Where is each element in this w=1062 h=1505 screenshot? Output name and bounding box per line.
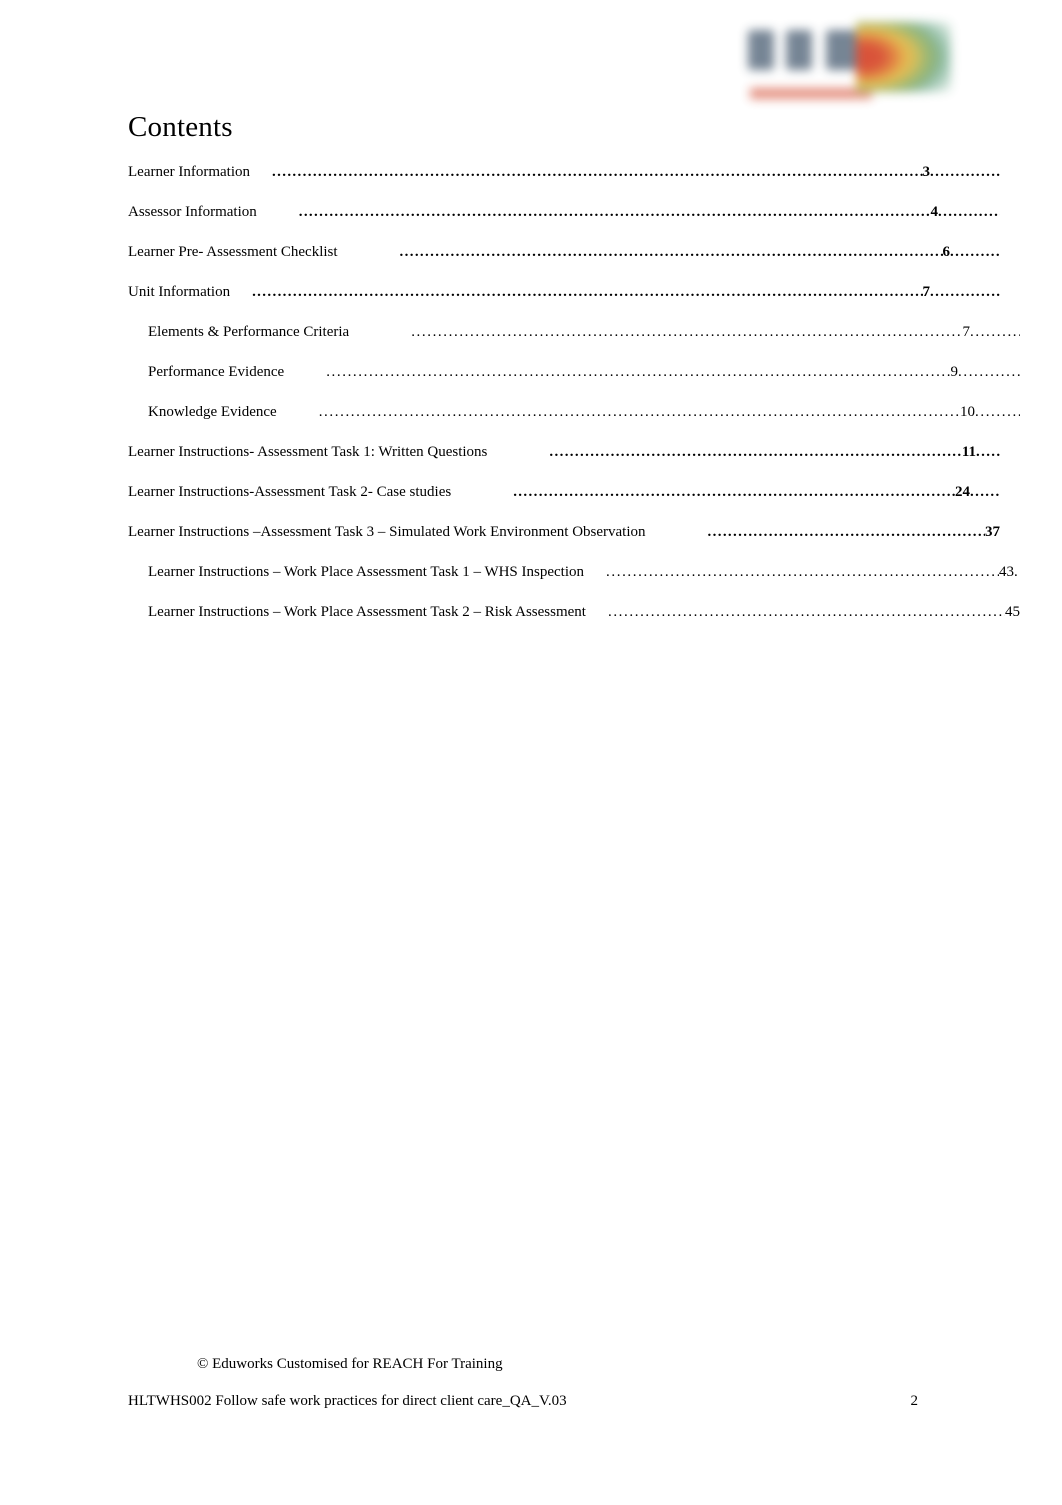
- toc-entry-title: Learner Information: [128, 164, 251, 180]
- footer-bar: HLTWHS002 Follow safe work practices for…: [128, 1392, 1000, 1410]
- reach-for-training-logo: [738, 16, 953, 99]
- toc-entry-title: Knowledge Evidence: [148, 404, 277, 420]
- toc-leader-dots: [400, 243, 943, 261]
- toc-entry-title: Elements & Performance Criteria: [148, 324, 350, 340]
- toc-entry-title: Learner Instructions –Assessment Task 3 …: [128, 524, 646, 540]
- toc-page-number: 43: [999, 564, 1014, 580]
- toc-entry[interactable]: Learner Pre- Assessment Checklist 6......…: [128, 243, 1000, 261]
- toc-trailing-dots: ................................: [976, 444, 1000, 460]
- toc-leader-dots: [608, 603, 1005, 621]
- logo-underline-bar: [750, 88, 872, 99]
- toc-entry-title: Learner Instructions – Work Place Assess…: [148, 604, 586, 620]
- toc-entry-title: Learner Pre- Assessment Checklist: [128, 244, 338, 260]
- footer-document-id: HLTWHS002 Follow safe work practices for…: [128, 1393, 567, 1409]
- logo-letter-glyph: [786, 30, 812, 70]
- toc-leader-dots: [299, 203, 931, 221]
- toc-leader-dots: [326, 363, 950, 381]
- toc-page-number: 45: [1005, 604, 1020, 620]
- toc-entry-title: Unit Information: [128, 284, 231, 300]
- toc-page-number: 37: [985, 524, 1000, 540]
- toc-page-number: 7: [962, 324, 971, 340]
- toc-leader-dots: [411, 323, 962, 341]
- toc-leader-dots: [272, 163, 922, 181]
- toc-entry[interactable]: Assessor Information 4...................…: [128, 203, 1000, 221]
- toc-leader-dots: [708, 523, 985, 541]
- toc-entry[interactable]: Elements & Performance Criteria 7........…: [128, 323, 1020, 341]
- toc-page-number: 10: [960, 404, 975, 420]
- logo-letter-glyph: [826, 30, 856, 70]
- toc-entry[interactable]: Learner Information 3....................…: [128, 163, 1000, 181]
- logo-rainbow-arrow-icon: [856, 22, 951, 92]
- toc-trailing-dots: ................................: [938, 204, 1000, 220]
- toc-page-number: 7: [922, 284, 931, 300]
- toc-leader-dots: [319, 403, 960, 421]
- footer-page-number: 2: [910, 1393, 919, 1409]
- toc-entry-title: Learner Instructions-Assessment Task 2- …: [128, 484, 452, 500]
- toc-page-number: 11: [961, 444, 976, 460]
- toc-trailing-dots: ................................: [930, 284, 1000, 300]
- toc-trailing-dots: ................................: [970, 324, 1020, 340]
- toc-trailing-dots: ................................: [950, 244, 1000, 260]
- toc-entry[interactable]: Learner Instructions- Assessment Task 1:…: [128, 443, 1000, 461]
- toc-page-number: 6: [942, 244, 951, 260]
- toc-entry-title: Learner Instructions- Assessment Task 1:…: [128, 444, 488, 460]
- toc-entry-title: Learner Instructions – Work Place Assess…: [148, 564, 585, 580]
- toc-entry-title: Assessor Information: [128, 204, 257, 220]
- document-page: Contents Learner Information 3...........…: [0, 0, 1062, 1505]
- toc-entry[interactable]: Knowledge Evidence 10....................…: [128, 403, 1020, 421]
- toc-leader-dots: [513, 483, 955, 501]
- table-of-contents: Learner Information 3....................…: [128, 163, 1020, 643]
- toc-entry[interactable]: Performance Evidence 9...................…: [128, 363, 1020, 381]
- toc-leader-dots: [606, 563, 999, 581]
- toc-page-number: 3: [922, 164, 931, 180]
- toc-entry[interactable]: Learner Instructions – Work Place Assess…: [128, 563, 1020, 581]
- toc-entry[interactable]: Unit Information 7.......................…: [128, 283, 1000, 301]
- toc-trailing-dots: ................................: [1014, 564, 1020, 580]
- toc-page-number: 24: [955, 484, 970, 500]
- footer-credit: © Eduworks Customised for REACH For Trai…: [197, 1356, 503, 1372]
- toc-entry[interactable]: Learner Instructions –Assessment Task 3 …: [128, 523, 1000, 541]
- toc-trailing-dots: ................................: [958, 364, 1020, 380]
- logo-letter-glyph: [748, 30, 774, 70]
- toc-leader-dots: [252, 283, 922, 301]
- toc-entry[interactable]: Learner Instructions – Work Place Assess…: [128, 603, 1020, 621]
- page-title: Contents: [128, 111, 233, 143]
- toc-page-number: 4: [930, 204, 939, 220]
- toc-leader-dots: [549, 443, 961, 461]
- toc-entry-title: Performance Evidence: [148, 364, 285, 380]
- toc-trailing-dots: ................................: [970, 484, 1000, 500]
- toc-trailing-dots: ................................: [930, 164, 1000, 180]
- toc-entry[interactable]: Learner Instructions-Assessment Task 2- …: [128, 483, 1000, 501]
- toc-page-number: 9: [950, 364, 959, 380]
- toc-trailing-dots: ................................: [975, 404, 1020, 420]
